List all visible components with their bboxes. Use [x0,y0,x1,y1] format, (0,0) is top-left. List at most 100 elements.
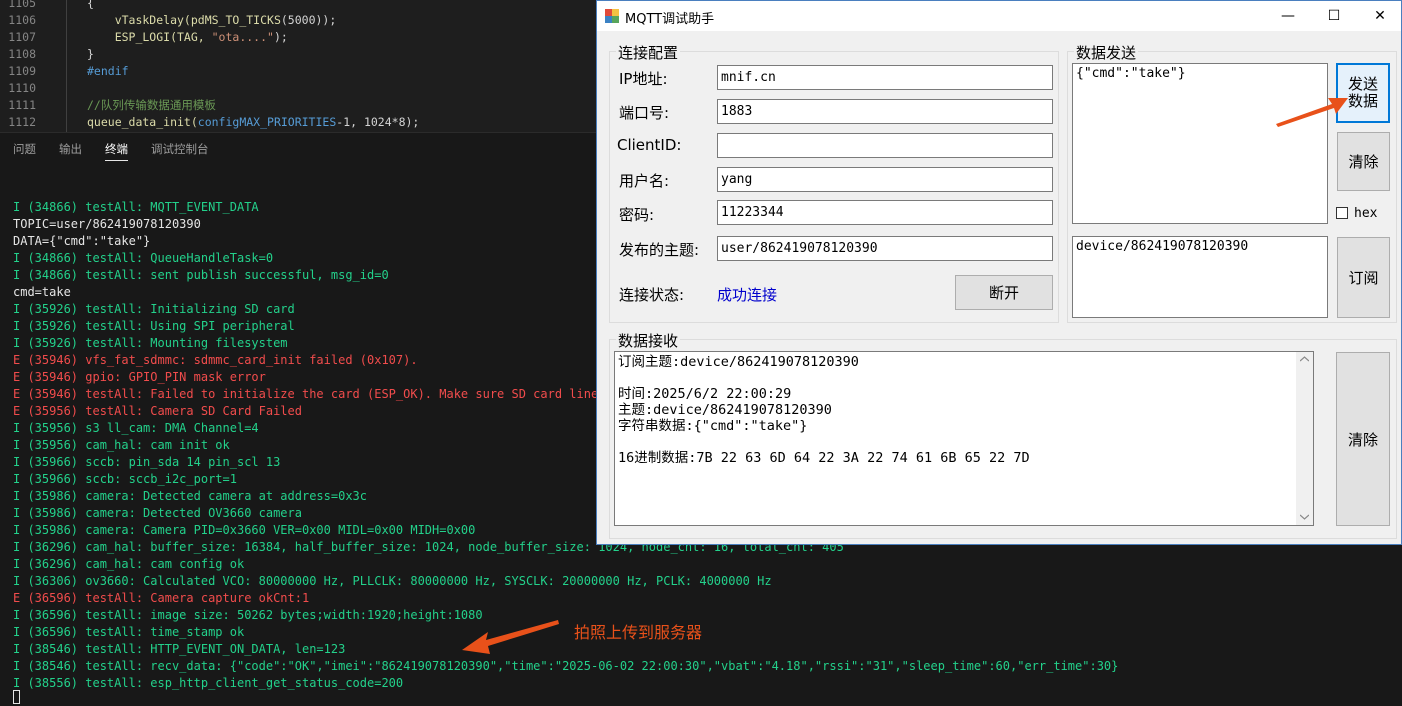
code-line: 1105 { [0,0,600,12]
receive-line [618,370,1030,386]
line-number: 1105 [8,0,36,10]
data-receive-label: 数据接收 [616,330,681,351]
code-text: { [87,0,94,10]
connection-config-label: 连接配置 [616,42,681,63]
receive-scrollbar[interactable] [1296,352,1313,525]
code-line: 1110 [0,80,600,97]
mqtt-window: MQTT调试助手 — ☐ ✕ 连接配置 IP地址: 端口号: ClientID:… [596,0,1402,545]
username-label: 用户名: [619,172,670,190]
terminal-line: I (35926) testAll: Mounting filesystem [13,336,288,350]
subscribe-topic-textarea[interactable]: device/862419078120390 [1072,236,1328,318]
terminal-cursor [13,690,20,704]
send-payload-textarea[interactable]: {"cmd":"take"} [1072,63,1328,224]
terminal-line: I (35986) camera: Camera PID=0x3660 VER=… [13,523,476,537]
connection-status-value: 成功连接 [717,286,778,304]
line-number: 1109 [8,64,36,78]
app-icon [605,9,619,23]
terminal-line: TOPIC=user/862419078120390 [13,217,201,231]
client-id-field[interactable] [717,133,1053,158]
terminal-line: I (38546) testAll: HTTP_EVENT_ON_DATA, l… [13,642,346,656]
terminal-line: E (35946) testAll: Failed to initialize … [13,387,606,401]
code-text: ESP_LOGI(TAG, "ota...."); [87,30,288,44]
minimize-icon[interactable]: — [1265,1,1311,31]
code-line: 1112 queue_data_init(configMAX_PRIORITIES… [0,114,600,131]
terminal-line: E (36596) testAll: Camera capture okCnt:… [13,591,310,605]
code-line: 1111 //队列传输数据通用模板 [0,97,600,114]
hex-label: hex [1354,206,1378,221]
tab-debug-console[interactable]: 调试控制台 [151,141,209,157]
terminal-line: I (36596) testAll: image size: 50262 byt… [13,608,483,622]
terminal-arrow-icon [462,620,559,654]
code-line: 1107 ESP_LOGI(TAG, "ota...."); [0,29,600,46]
code-line: 1106 vTaskDelay(pdMS_TO_TICKS(5000)); [0,12,600,29]
terminal-line: I (35926) testAll: Initializing SD card [13,302,295,316]
code-line: 1108} [0,46,600,63]
code-text: vTaskDelay(pdMS_TO_TICKS(5000)); [87,13,337,27]
clear-send-button[interactable]: 清除 [1337,132,1390,191]
connection-status-label: 连接状态: [619,286,685,304]
receive-line: 订阅主题:device/862419078120390 [618,354,859,370]
terminal-line: I (35926) testAll: Using SPI peripheral [13,319,295,333]
code-text: //队列传输数据通用模板 [87,98,216,112]
send-arrow-icon [1276,98,1348,127]
terminal-line: DATA={"cmd":"take"} [13,234,151,248]
password-label: 密码: [619,206,655,224]
data-send-label: 数据发送 [1074,42,1139,63]
maximize-icon[interactable]: ☐ [1311,1,1357,31]
terminal-line: I (34866) testAll: MQTT_EVENT_DATA [13,200,259,214]
tab-terminal[interactable]: 终端 [105,141,128,161]
receive-line: 字符串数据:{"cmd":"take"} [618,418,808,434]
code-text: queue_data_init(configMAX_PRIORITIES-1, … [87,115,420,129]
tab-problems[interactable]: 问题 [13,141,36,157]
receive-line: 时间:2025/6/2 22:00:29 [618,386,792,402]
password-field[interactable] [717,200,1053,225]
terminal-line: E (35946) gpio: GPIO_PIN mask error [13,370,266,384]
username-field[interactable] [717,167,1053,192]
code-text: } [87,47,94,61]
send-data-label-line1: 发送 [1347,75,1378,93]
line-number: 1110 [8,81,36,95]
port-label: 端口号: [619,104,670,122]
terminal-line: E (35956) testAll: Camera SD Card Failed [13,404,302,418]
subscribe-button[interactable]: 订阅 [1337,237,1390,318]
close-icon[interactable]: ✕ [1357,1,1402,31]
send-data-label-line2: 数据 [1347,92,1378,110]
line-number: 1111 [8,98,36,112]
client-id-label: ClientID: [617,136,682,154]
terminal-line: I (35956) cam_hal: cam init ok [13,438,230,452]
receive-line: 主题:device/862419078120390 [618,402,832,418]
receive-textarea[interactable]: 订阅主题:device/862419078120390 时间:2025/6/2 2… [614,351,1314,526]
terminal-line: cmd=take [13,285,71,299]
line-number: 1112 [8,115,36,129]
annotation-label: 拍照上传到服务器 [574,623,703,642]
terminal-line: I (34866) testAll: sent publish successf… [13,268,389,282]
code-line: 1109 #endif [0,63,600,80]
terminal-line: I (35986) camera: Detected OV3660 camera [13,506,302,520]
tab-output[interactable]: 输出 [59,141,82,157]
terminal-line: I (36296) cam_hal: cam config ok [13,557,245,571]
publish-topic-label: 发布的主题: [619,241,700,259]
terminal-line: I (38556) testAll: esp_http_client_get_s… [13,676,404,690]
hex-checkbox[interactable] [1336,207,1348,219]
disconnect-button[interactable]: 断开 [955,275,1053,310]
terminal-line: I (36306) ov3660: Calculated VCO: 800000… [13,574,772,588]
terminal-line: I (35986) camera: Detected camera at add… [13,489,368,503]
clear-receive-button[interactable]: 清除 [1336,352,1390,526]
terminal-line: I (38546) testAll: recv_data: {"code":"O… [13,659,1119,673]
window-titlebar[interactable]: MQTT调试助手 — ☐ ✕ [597,1,1401,31]
code-text: #endif [87,64,129,78]
ip-label: IP地址: [619,70,668,88]
scroll-up-icon[interactable] [1300,356,1309,362]
terminal-line: I (35956) s3 ll_cam: DMA Channel=4 [13,421,259,435]
terminal-line: I (34866) testAll: QueueHandleTask=0 [13,251,274,265]
publish-topic-field[interactable] [717,236,1053,261]
terminal-line: I (35966) sccb: pin_sda 14 pin_scl 13 [13,455,281,469]
ip-field[interactable] [717,65,1053,90]
line-number: 1108 [8,47,36,61]
receive-line [618,434,1030,450]
receive-line: 16进制数据:7B 22 63 6D 64 22 3A 22 74 61 6B … [618,450,1030,466]
receive-lines: 订阅主题:device/862419078120390 时间:2025/6/2 2… [618,354,1030,466]
window-title: MQTT调试助手 [625,12,715,27]
port-field[interactable] [717,99,1053,124]
scroll-down-icon[interactable] [1300,514,1309,520]
